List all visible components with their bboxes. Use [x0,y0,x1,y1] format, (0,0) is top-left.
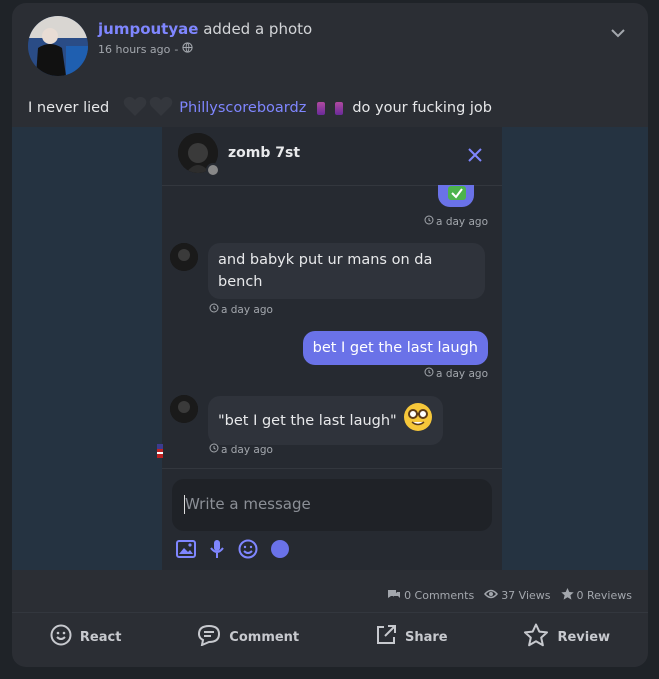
share-icon [375,624,397,650]
nerd-face-icon [403,402,433,439]
divider [162,468,502,469]
message-bubble-out [438,185,474,207]
caption-text-end: do your fucking job [352,100,493,116]
post-action-text: added a photo [203,20,313,38]
post-actions: React Comment Share Review [12,623,648,651]
post-photo[interactable]: zomb 7st a day ago and babyk put ur mans… [12,127,648,570]
message-time: a day ago [209,303,273,316]
globe-icon [182,42,193,56]
caption-text-start: I never lied [28,100,110,116]
post-meta: 16 hours ago - [98,42,193,56]
send-dot-icon[interactable] [270,539,290,563]
smiley-icon[interactable] [238,539,258,563]
eye-icon [484,589,499,602]
views-count: 37 Views [484,589,551,602]
star-icon [523,623,549,651]
emoji-icon [335,101,344,115]
sender-avatar[interactable] [170,243,198,271]
sender-avatar[interactable] [170,395,198,423]
smiley-icon [50,624,72,650]
message-text: "bet I get the last laugh" [218,412,397,429]
message-time: a day ago [424,215,488,228]
react-button[interactable]: React [50,623,121,651]
message-bubble-in: and babyk put ur mans on da bench [208,243,485,299]
clock-icon [209,303,219,316]
author-avatar[interactable] [28,16,88,76]
comment-icon [197,624,221,650]
emoji-icon [317,101,326,115]
close-icon[interactable] [468,147,482,166]
comments-icon [387,589,401,603]
black-heart-icon [149,95,173,121]
status-dot [206,163,220,177]
message-time: a day ago [209,443,273,456]
comments-count[interactable]: 0 Comments [387,589,474,603]
composer-toolbar [176,539,290,563]
author-name[interactable]: jumpoutyae [98,20,198,38]
chat-header: zomb 7st [162,127,502,186]
image-icon[interactable] [176,540,196,562]
post-caption: I never lied Phillyscoreboardz do your f… [28,95,492,121]
message-placeholder: Write a message [185,495,311,513]
check-mark-icon [448,186,466,204]
microphone-icon[interactable] [208,539,226,563]
post-stats: 0 Comments 37 Views 0 Reviews [387,588,632,603]
chevron-down-icon[interactable] [610,23,626,42]
share-button[interactable]: Share [375,623,448,651]
review-button[interactable]: Review [523,623,610,651]
clock-icon [209,443,219,456]
post-header: jumpoutyae added a photo [98,20,312,38]
post-time[interactable]: 16 hours ago [98,43,170,56]
mention-link[interactable]: Phillyscoreboardz [179,100,306,116]
chat-window: zomb 7st a day ago and babyk put ur mans… [162,127,502,570]
message-bubble-out: bet I get the last laugh [302,331,488,365]
clock-icon [424,215,434,228]
clock-icon [424,367,434,380]
post-card: jumpoutyae added a photo 16 hours ago - … [12,3,648,667]
divider [12,612,648,613]
message-bubble-in: "bet I get the last laugh" [208,396,443,445]
comment-button[interactable]: Comment [197,623,299,651]
flag-icon [157,443,163,462]
star-icon [560,588,574,603]
chat-contact-name[interactable]: zomb 7st [228,145,300,161]
message-time: a day ago [424,367,488,380]
reviews-count[interactable]: 0 Reviews [560,588,632,603]
message-input[interactable]: Write a message [172,479,492,531]
black-heart-icon [123,95,147,121]
